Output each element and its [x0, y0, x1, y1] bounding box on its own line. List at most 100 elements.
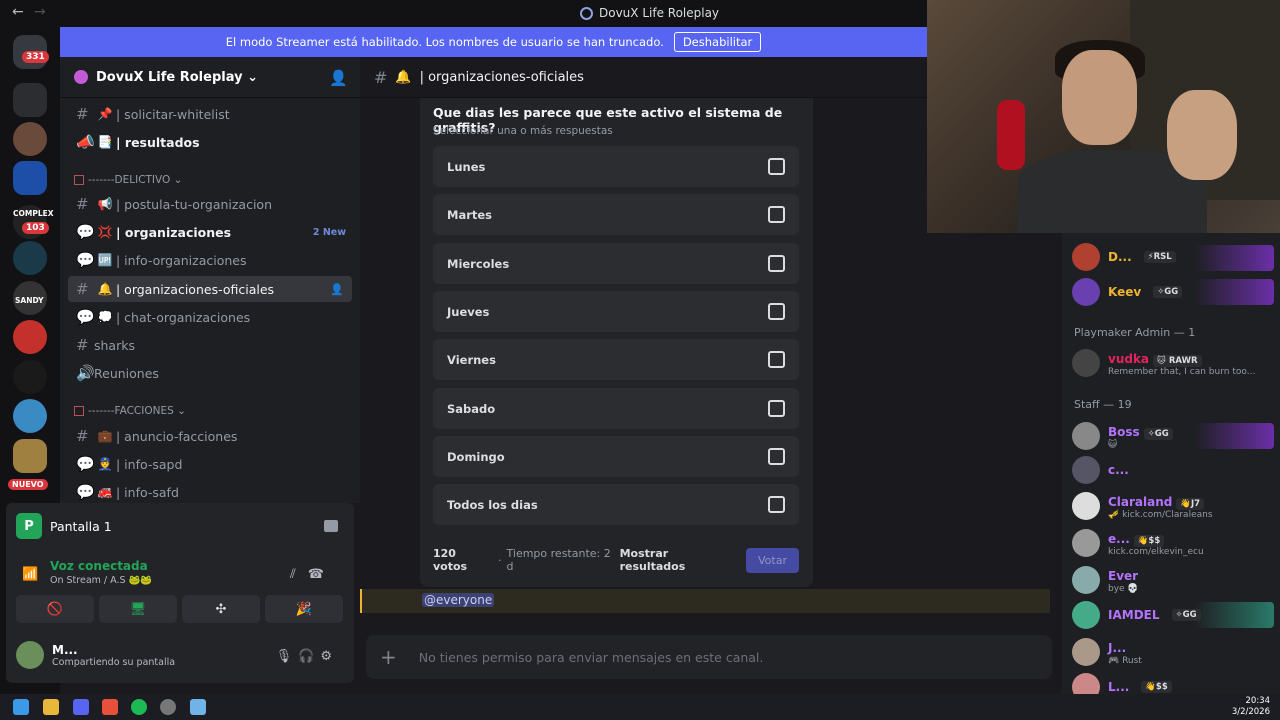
voice-status[interactable]: Voz conectada — [50, 559, 148, 573]
server-icon-1[interactable] — [13, 122, 47, 156]
everyone-mention[interactable]: @everyone — [422, 593, 495, 607]
folder-icon[interactable] — [13, 83, 47, 117]
server-header[interactable]: DovuX Life Roleplay ⌄ 👤 — [60, 57, 360, 98]
discord-taskbar-icon[interactable] — [73, 699, 89, 715]
screen-share-button[interactable]: 🖥 — [99, 595, 177, 623]
vote-count: 120 votos — [433, 547, 468, 573]
checkbox[interactable] — [768, 448, 785, 465]
brave-icon[interactable] — [102, 699, 118, 715]
forward-button[interactable]: → — [34, 4, 46, 20]
poll-option[interactable]: Martes — [433, 194, 799, 235]
server-icon-6[interactable] — [13, 439, 47, 473]
hash-icon: # — [76, 195, 89, 213]
checkbox[interactable] — [768, 496, 785, 513]
message-input[interactable]: + No tienes permiso para enviar mensajes… — [366, 635, 1052, 679]
signal-icon[interactable]: 📶 — [22, 567, 38, 582]
poll-option[interactable]: Sabado — [433, 388, 799, 429]
obs-icon[interactable] — [160, 699, 176, 715]
channel-info-organizaciones[interactable]: 💬 🆙 | info-organizaciones — [68, 247, 352, 273]
notepad-icon[interactable] — [190, 699, 206, 715]
channel-postula-tu-organizacion[interactable]: # 📢 | postula-tu-organizacion — [68, 191, 352, 217]
checkbox[interactable] — [768, 158, 785, 175]
poll-option[interactable]: Domingo — [433, 436, 799, 477]
member-item[interactable]: Claraland 👋J7 🎺 kick.com/Claraleans — [1072, 491, 1272, 520]
noise-icon[interactable]: ⫽ — [290, 567, 308, 582]
add-member-icon[interactable]: 👤 — [329, 69, 348, 87]
member-item[interactable]: e... 👋$$ kick.com/elkevin_ecu — [1072, 528, 1272, 557]
channel-info-sapd[interactable]: 💬 👮 | info-sapd — [68, 451, 352, 477]
forum-icon: 💬 — [76, 223, 95, 241]
channel-resultados[interactable]: 📣 📑 | resultados — [68, 129, 352, 155]
category-delictivo[interactable]: -------DELICTIVO ⌄ — [74, 174, 182, 186]
new-posts-badge: 2 New — [312, 226, 346, 238]
gear-icon[interactable]: ⚙ — [320, 649, 338, 664]
popout-icon[interactable] — [324, 520, 338, 532]
windows-start-icon[interactable] — [13, 699, 29, 715]
channel-label: | anuncio-facciones — [116, 428, 238, 444]
member-item[interactable]: Keev ✧GG — [1072, 278, 1272, 306]
channel-anuncio-facciones[interactable]: # 💼 | anuncio-facciones — [68, 423, 352, 449]
headphones-icon[interactable]: 🎧 — [298, 649, 320, 664]
member-tag: ✧GG — [1143, 428, 1173, 440]
user-panel[interactable]: M... Compartiendo su pantalla — [16, 641, 175, 669]
checkbox[interactable] — [768, 255, 785, 272]
avatar — [1072, 637, 1100, 666]
show-results-button[interactable]: Mostrar resultados — [620, 547, 736, 573]
poll-option[interactable]: Lunes — [433, 146, 799, 187]
poll-card: Que dias les parece que este activo el s… — [420, 57, 813, 587]
system-clock[interactable]: 20:34 3/2/2026 — [1232, 696, 1270, 718]
avatar — [1072, 348, 1100, 377]
voice-controls[interactable]: ⫽☎ — [290, 567, 336, 582]
member-tag: 👋$$ — [1141, 681, 1172, 693]
member-item[interactable]: Ever bye 💀 — [1072, 565, 1272, 594]
back-button[interactable]: ← — [12, 4, 24, 20]
stream-icon: P — [16, 513, 42, 539]
member-item[interactable]: J... 🎮 Rust — [1072, 637, 1272, 666]
invite-icon[interactable]: 👤 — [330, 283, 344, 296]
checkbox[interactable] — [768, 206, 785, 223]
activities-button[interactable]: ✣ — [182, 595, 260, 623]
option-label: Todos los dias — [447, 497, 538, 512]
poll-option[interactable]: Viernes — [433, 339, 799, 380]
server-icon-negocios[interactable] — [13, 399, 47, 433]
spotify-icon[interactable] — [131, 699, 147, 715]
member-item[interactable]: Boss ✧GG 😺 — [1072, 421, 1272, 450]
member-item[interactable]: L... 👋$$ — [1072, 673, 1272, 694]
user-controls[interactable]: 🎙🎧⚙ — [276, 649, 338, 664]
member-name: Claraland — [1108, 495, 1173, 509]
poll-option[interactable]: Miercoles — [433, 243, 799, 284]
poll-option[interactable]: Todos los dias — [433, 484, 799, 525]
plus-icon[interactable]: + — [380, 645, 397, 669]
server-icon-frog[interactable] — [13, 320, 47, 354]
member-item[interactable]: IAMDEL ✧GG — [1072, 601, 1272, 629]
checkbox[interactable] — [768, 351, 785, 368]
mic-icon[interactable]: 🎙 — [276, 649, 299, 664]
server-icon-dovux[interactable] — [13, 161, 47, 195]
camera-off-button[interactable]: 🚫 — [16, 595, 94, 623]
channel-organizaciones[interactable]: 💬 💢 | organizaciones 2 New — [68, 219, 352, 245]
channel-sharks[interactable]: # sharks — [68, 332, 352, 358]
soundboard-button[interactable]: 🎉 — [265, 595, 343, 623]
checkbox[interactable] — [768, 303, 785, 320]
category-facciones[interactable]: -------FACCIONES ⌄ — [74, 405, 186, 417]
voice-channel-name: On Stream / A.S 🐸🐸 — [50, 575, 153, 586]
channel-organizaciones-oficiales[interactable]: # 🔔 | organizaciones-oficiales 👤 — [68, 276, 352, 302]
member-item[interactable]: vudka 🐱 RAWR Remember that, I can burn too… — [1072, 348, 1272, 377]
member-status: 🎮 Rust — [1108, 656, 1142, 666]
channel-chat-organizaciones[interactable]: 💬 💭 | chat-organizaciones — [68, 304, 352, 330]
channel-reuniones[interactable]: 🔊 Reuniones — [68, 360, 352, 386]
channel-info-safd[interactable]: 💬 🚒 | info-safd — [68, 479, 352, 503]
channel-solicitar-whitelist[interactable]: # 📌 | solicitar-whitelist — [68, 101, 352, 127]
checkbox[interactable] — [768, 400, 785, 417]
disable-button[interactable]: Deshabilitar — [673, 32, 762, 52]
poll-option[interactable]: Jueves — [433, 291, 799, 332]
file-explorer-icon[interactable] — [43, 699, 59, 715]
stream-preview[interactable]: P Pantalla 1 — [16, 513, 112, 539]
forum-icon: 💬 — [76, 308, 95, 326]
server-icon-detroit[interactable] — [13, 360, 47, 394]
vote-button[interactable]: Votar — [746, 547, 799, 573]
disconnect-icon[interactable]: ☎ — [308, 567, 336, 582]
member-item[interactable]: c... — [1072, 456, 1272, 484]
server-icon-shark[interactable] — [13, 241, 47, 275]
member-item[interactable]: D... ⚡RSL — [1072, 243, 1272, 271]
